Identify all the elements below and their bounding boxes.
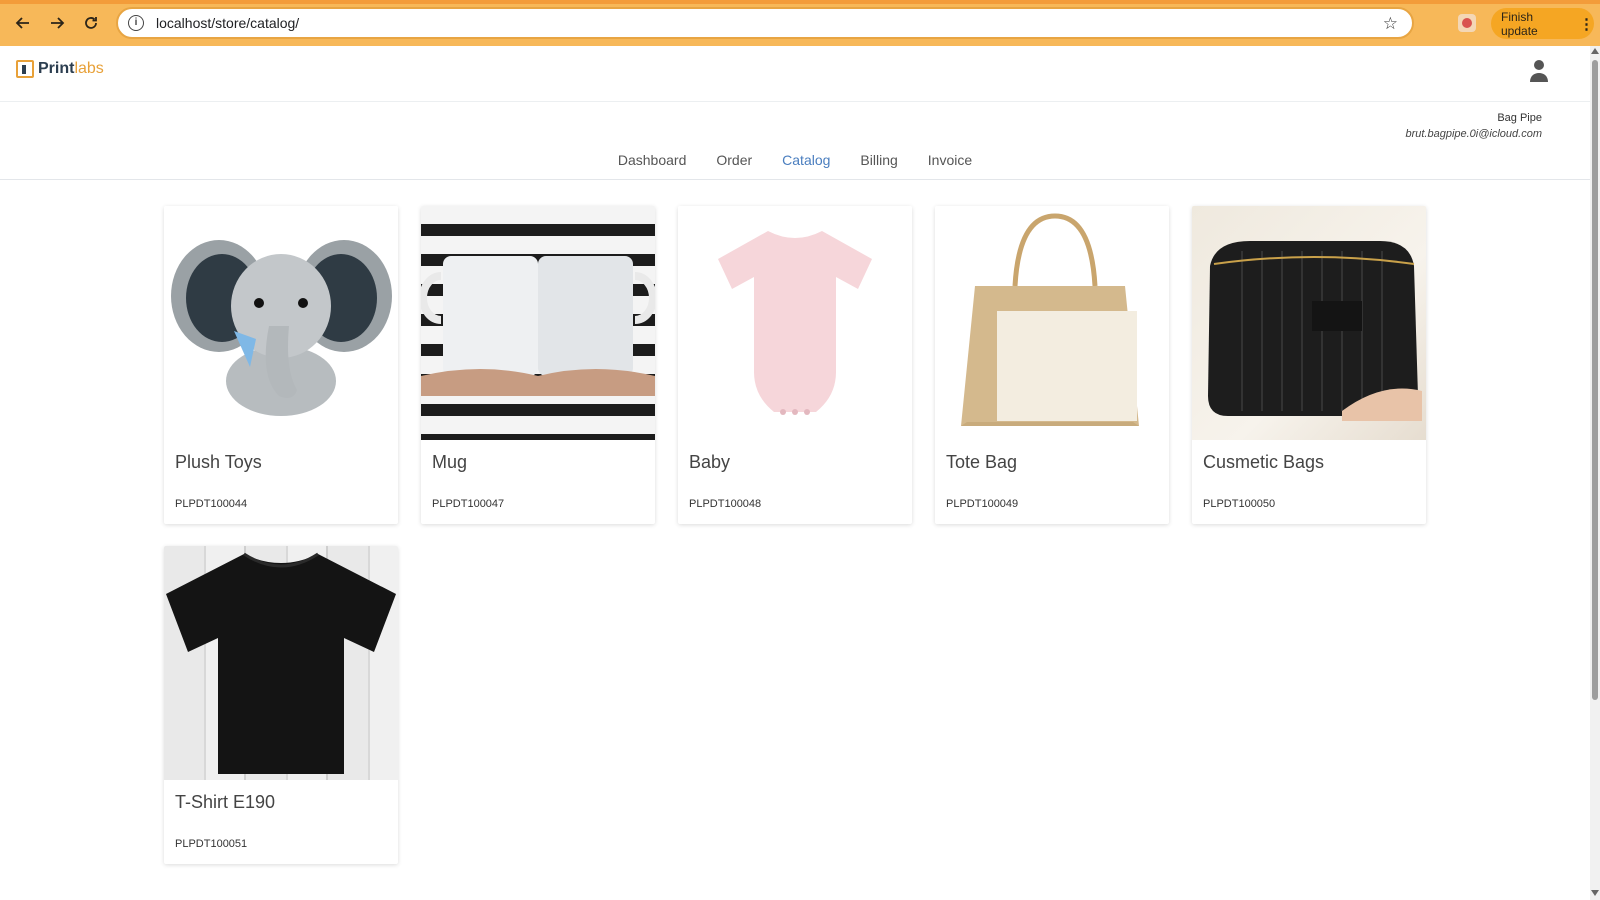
kebab-menu-icon: ⋮: [1579, 15, 1594, 33]
product-sku: PLPDT100050: [1203, 498, 1276, 510]
logo-mark-icon: [16, 60, 34, 78]
tab-invoice[interactable]: Invoice: [928, 152, 972, 179]
back-icon[interactable]: [8, 8, 38, 38]
main-nav: Dashboard Order Catalog Billing Invoice: [0, 152, 1590, 180]
product-image-jute-tote: [935, 206, 1169, 440]
product-sku: PLPDT100049: [946, 498, 1019, 510]
url-text[interactable]: localhost/store/catalog/: [156, 15, 299, 31]
reload-icon[interactable]: [76, 8, 106, 38]
account-info: Bag Pipe brut.bagpipe.0i@icloud.com: [1405, 112, 1542, 140]
tab-order[interactable]: Order: [716, 152, 752, 179]
product-image-black-quilted-pouch: [1192, 206, 1426, 440]
site-header: Print labs: [0, 46, 1590, 102]
product-card[interactable]: Tote Bag PLPDT100049: [935, 206, 1169, 524]
forward-icon[interactable]: [42, 8, 72, 38]
finish-update-button[interactable]: Finish update ⋮: [1491, 8, 1594, 39]
user-account-icon[interactable]: [1528, 58, 1550, 84]
page-scrollbar[interactable]: [1590, 46, 1600, 900]
product-image-white-mugs: [421, 206, 655, 440]
product-title[interactable]: Mug: [432, 452, 467, 473]
logo-text-labs: labs: [74, 60, 104, 77]
scroll-up-arrow-icon[interactable]: [1591, 48, 1599, 54]
address-bar[interactable]: i localhost/store/catalog/ ☆: [116, 7, 1414, 39]
finish-update-label: Finish update: [1501, 9, 1538, 38]
extension-icon[interactable]: [1458, 14, 1476, 32]
browser-toolbar: i localhost/store/catalog/ ☆ Finish upda…: [0, 0, 1600, 46]
tab-billing[interactable]: Billing: [860, 152, 897, 179]
tab-catalog[interactable]: Catalog: [782, 152, 830, 179]
account-email: brut.bagpipe.0i@icloud.com: [1405, 128, 1542, 140]
scrollbar-thumb[interactable]: [1592, 60, 1598, 700]
product-image-black-tshirt: [164, 546, 398, 780]
product-card[interactable]: T-Shirt E190 PLPDT100051: [164, 546, 398, 864]
product-card[interactable]: Cusmetic Bags PLPDT100050: [1192, 206, 1426, 524]
product-card[interactable]: Plush Toys PLPDT100044: [164, 206, 398, 524]
bookmark-star-icon[interactable]: ☆: [1383, 14, 1398, 34]
product-sku: PLPDT100044: [175, 498, 248, 510]
product-sku: PLPDT100051: [175, 838, 248, 850]
product-sku: PLPDT100047: [432, 498, 505, 510]
product-image-pink-onesie: [678, 206, 912, 440]
product-sku: PLPDT100048: [689, 498, 762, 510]
product-card[interactable]: Mug PLPDT100047: [421, 206, 655, 524]
site-info-icon[interactable]: i: [128, 15, 144, 31]
product-title[interactable]: Cusmetic Bags: [1203, 452, 1324, 473]
account-name: Bag Pipe: [1497, 112, 1542, 124]
product-title[interactable]: Tote Bag: [946, 452, 1017, 473]
logo-text-print: Print: [38, 60, 75, 77]
product-image-elephant-plush: [164, 206, 398, 440]
printlabs-logo[interactable]: Print labs: [16, 60, 104, 78]
scroll-down-arrow-icon[interactable]: [1591, 890, 1599, 896]
product-title[interactable]: Plush Toys: [175, 452, 262, 473]
product-card[interactable]: Baby PLPDT100048: [678, 206, 912, 524]
product-title[interactable]: Baby: [689, 452, 730, 473]
tab-dashboard[interactable]: Dashboard: [618, 152, 687, 179]
product-title[interactable]: T-Shirt E190: [175, 792, 275, 813]
store-page: Print labs Bag Pipe brut.bagpipe.0i@iclou…: [0, 46, 1590, 900]
